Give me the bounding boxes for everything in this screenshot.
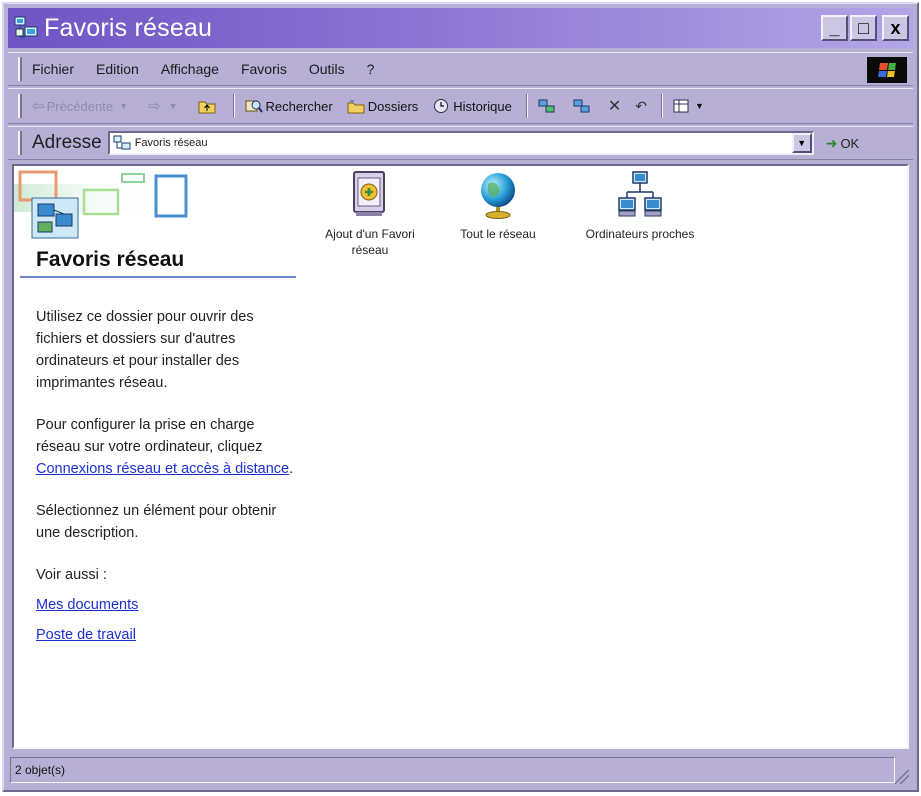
pane-paragraph-network-end: . [289, 461, 294, 477]
address-bar: Adresse Favoris réseau ▼ ➜ OK [8, 126, 913, 160]
minimize-button[interactable]: _ [821, 15, 848, 41]
pane-paragraph-network-text: Pour configurer la prise en charge résea… [36, 417, 263, 455]
title-bar[interactable]: Favoris réseau _ □ x [8, 8, 913, 48]
globe-icon [474, 170, 522, 220]
search-button[interactable]: Rechercher [245, 98, 333, 114]
network-connections-link[interactable]: Connexions réseau et accès à distance [36, 461, 289, 477]
copy-to-button[interactable] [573, 98, 594, 114]
pane-paragraph-intro: Utilisez ce dossier pour ouvrir des fich… [36, 309, 254, 391]
move-to-icon [538, 98, 556, 114]
close-button[interactable]: x [882, 15, 909, 41]
my-computer-link[interactable]: Poste de travail [36, 624, 298, 646]
search-icon [245, 98, 263, 114]
address-label: Adresse [32, 132, 102, 153]
add-network-place-item[interactable]: Ajout d'un Favori réseau [310, 170, 430, 258]
go-arrow-icon: ➜ [825, 134, 838, 151]
copy-to-icon [573, 98, 591, 114]
go-label: OK [840, 135, 860, 151]
toolbar-separator [660, 94, 663, 118]
toolbar-separator [525, 94, 528, 118]
go-button[interactable]: ➜ OK [826, 135, 860, 152]
forward-arrow-icon: ⇨ [148, 98, 161, 115]
back-label: Précédente [46, 98, 114, 114]
addressbar-grip[interactable] [18, 131, 22, 155]
folders-button[interactable]: Dossiers [347, 98, 419, 114]
address-dropdown-button[interactable]: ▼ [791, 133, 812, 153]
up-folder-icon [198, 98, 216, 114]
address-input[interactable]: Favoris réseau ▼ [107, 131, 814, 155]
menu-outils[interactable]: Outils [309, 61, 345, 77]
back-arrow-icon: ⇦ [32, 98, 45, 115]
back-dropdown-icon[interactable]: ▼ [119, 101, 128, 111]
status-text: 2 objet(s) [10, 757, 895, 783]
resize-grip[interactable] [895, 770, 909, 784]
delete-icon: ✕ [607, 98, 622, 115]
forward-button[interactable]: ⇨ ▼ [148, 97, 184, 115]
pane-divider [20, 276, 296, 278]
back-button[interactable]: ⇦ Précédente ▼ [32, 97, 134, 115]
add-network-place-label: Ajout d'un Favori réseau [325, 227, 415, 257]
folders-icon [347, 98, 365, 114]
nearby-computers-label: Ordinateurs proches [585, 227, 695, 241]
pane-paragraph-select: Sélectionnez un élément pour obtenir une… [36, 503, 277, 541]
pane-description: Utilisez ce dossier pour ouvrir des fich… [36, 306, 298, 654]
menu-fichier[interactable]: Fichier [32, 61, 74, 77]
network-computers-icon [616, 170, 664, 220]
standard-toolbar: ⇦ Précédente ▼ ⇨ ▼ Rechercher Dossiers H… [8, 88, 913, 124]
add-network-place-icon [346, 170, 394, 220]
entire-network-label: Tout le réseau [460, 227, 536, 241]
search-label: Rechercher [265, 98, 333, 114]
history-button[interactable]: Historique [432, 98, 512, 114]
folders-label: Dossiers [367, 98, 419, 114]
history-label: Historique [453, 98, 512, 114]
pane-title: Favoris réseau [36, 248, 185, 271]
menu-bar: Fichier Edition Affichage Favoris Outils… [8, 52, 913, 86]
undo-icon: ↶ [635, 97, 647, 114]
menu-edition[interactable]: Edition [96, 61, 139, 77]
delete-button[interactable]: ✕ [608, 96, 621, 116]
network-places-small-icon [113, 135, 131, 151]
status-bar: 2 objet(s) [10, 754, 911, 786]
network-places-icon [14, 15, 40, 41]
see-also-label: Voir aussi : [36, 567, 107, 583]
menu-affichage[interactable]: Affichage [161, 61, 219, 77]
explorer-window: Favoris réseau _ □ x Fichier Edition Aff… [2, 2, 919, 792]
undo-button[interactable]: ↶ [635, 98, 647, 115]
history-icon [432, 98, 450, 114]
web-view-pane: Favoris réseau Utilisez ce dossier pour … [14, 166, 300, 746]
views-dropdown-icon[interactable]: ▼ [695, 101, 704, 111]
toolbar-grip[interactable] [18, 94, 22, 118]
pane-paragraph-network: Pour configurer la prise en charge résea… [36, 414, 298, 480]
address-value: Favoris réseau [134, 137, 208, 149]
move-to-button[interactable] [538, 98, 559, 114]
window-title: Favoris réseau [44, 13, 213, 42]
menu-favoris[interactable]: Favoris [241, 61, 287, 77]
folder-view: Favoris réseau Utilisez ce dossier pour … [12, 164, 909, 749]
toolbar-separator [232, 94, 235, 118]
views-button[interactable]: ▼ [673, 98, 704, 114]
forward-dropdown-icon[interactable]: ▼ [169, 101, 178, 111]
entire-network-item[interactable]: Tout le réseau [438, 170, 558, 242]
menu-help[interactable]: ? [367, 61, 375, 77]
nearby-computers-item[interactable]: Ordinateurs proches [580, 170, 700, 242]
windows-logo-icon [867, 57, 907, 83]
views-icon [673, 98, 691, 114]
menubar-grip[interactable] [18, 57, 22, 81]
up-folder-button[interactable] [198, 98, 219, 114]
maximize-button[interactable]: □ [850, 15, 877, 41]
my-documents-link[interactable]: Mes documents [36, 594, 298, 616]
